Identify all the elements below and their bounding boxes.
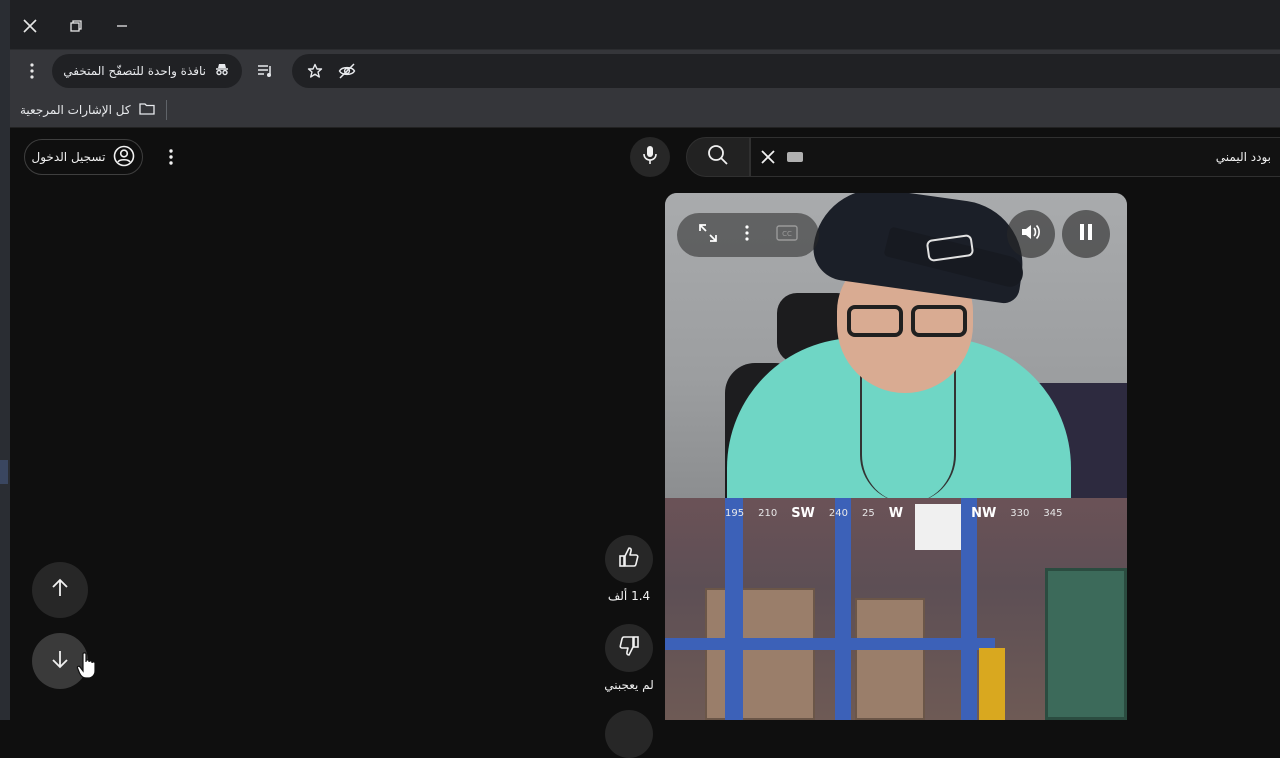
all-bookmarks-button[interactable]: كل الإشارات المرجعية (20, 99, 155, 121)
minimize-icon[interactable] (108, 12, 136, 40)
pause-button[interactable] (1062, 210, 1110, 258)
thumbs-down-icon (618, 635, 640, 661)
close-icon[interactable] (16, 12, 44, 40)
captions-icon[interactable]: CC (775, 225, 798, 245)
search-icon (707, 144, 729, 170)
like-count: 1.4 ألف (607, 589, 651, 603)
incognito-icon (214, 61, 230, 81)
arrow-down-icon (51, 649, 69, 673)
incognito-label: نافذة واحدة للتصفّح المتخفي (63, 64, 206, 78)
like-button[interactable] (605, 535, 653, 583)
signin-label: تسجيل الدخول (31, 150, 106, 164)
hud-compass: 195 210 SW 240 25 W NW 330 345 (725, 505, 1063, 521)
volume-icon (1020, 222, 1042, 246)
fullscreen-icon[interactable] (698, 223, 718, 247)
left-edge-strip (0, 0, 10, 720)
search-box (750, 137, 1280, 177)
dislike-button[interactable] (605, 624, 653, 672)
player-controls-left: CC (677, 213, 819, 257)
volume-button[interactable] (1007, 210, 1055, 258)
folder-icon (138, 102, 155, 118)
keyboard-icon[interactable] (787, 152, 803, 162)
bookmark-star-icon[interactable] (304, 60, 326, 82)
bookmarks-divider (166, 100, 167, 120)
dislike-label: لم يعجبني (604, 678, 654, 692)
title-bar (10, 0, 1280, 50)
voice-search-button[interactable] (630, 137, 670, 177)
thumbs-up-icon (618, 546, 640, 572)
svg-text:CC: CC (782, 230, 792, 238)
all-bookmarks-label: كل الإشارات المرجعية (20, 103, 131, 117)
menu-dots-icon[interactable] (20, 58, 44, 84)
microphone-icon (642, 145, 658, 169)
more-options-icon[interactable] (158, 144, 184, 170)
hand-cursor-icon (76, 650, 98, 680)
address-bar[interactable] (292, 54, 1280, 88)
clear-search-icon[interactable] (757, 146, 779, 168)
account-icon (113, 145, 135, 170)
browser-toolbar: نافذة واحدة للتصفّح المتخفي (10, 50, 1280, 92)
bookmarks-bar: كل الإشارات المرجعية (10, 92, 1280, 128)
arrow-up-icon (51, 578, 69, 602)
pause-icon (1078, 223, 1094, 245)
incognito-indicator[interactable]: نافذة واحدة للتصفّح المتخفي (52, 54, 242, 88)
signin-button[interactable]: تسجيل الدخول (24, 139, 143, 175)
video-frame-gameplay: 195 210 SW 240 25 W NW 330 345 (665, 498, 1127, 720)
reading-list-icon[interactable] (254, 60, 276, 82)
search-input[interactable] (811, 138, 1280, 176)
more-icon[interactable] (745, 225, 749, 245)
comments-button[interactable] (605, 710, 653, 758)
shorts-video-player[interactable]: 195 210 SW 240 25 W NW 330 345 CC (665, 193, 1127, 720)
search-button[interactable] (686, 137, 750, 177)
browser-window: نافذة واحدة للتصفّح المتخفي كل الإشارات … (0, 0, 1280, 758)
restore-icon[interactable] (62, 12, 90, 40)
edge-marker (0, 460, 8, 484)
eye-off-icon[interactable] (336, 60, 358, 82)
previous-video-button[interactable] (32, 562, 88, 618)
